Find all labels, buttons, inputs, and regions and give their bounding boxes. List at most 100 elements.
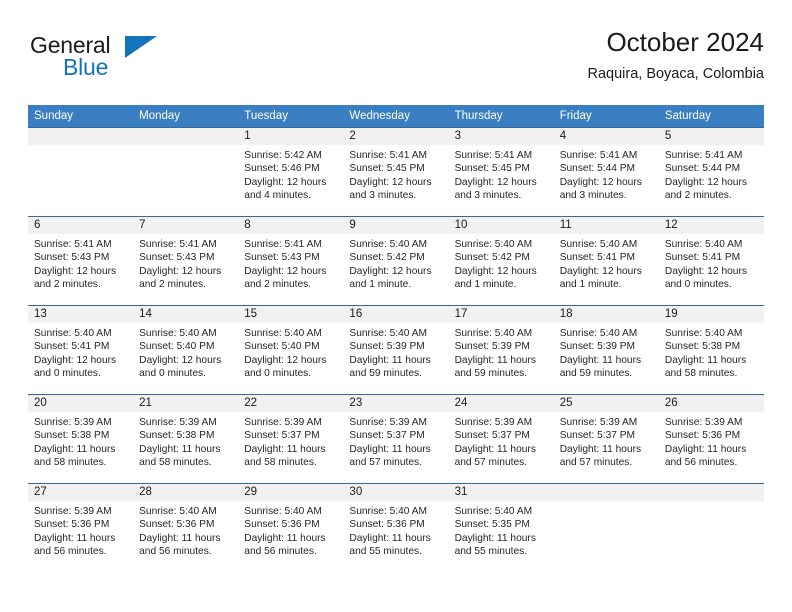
sunset-text: Sunset: 5:39 PM bbox=[349, 341, 425, 353]
daylight-text-line2: and 59 minutes. bbox=[349, 368, 422, 380]
daylight-text-line1: Daylight: 11 hours bbox=[349, 443, 431, 455]
calendar-day-cell[interactable]: 16 Sunrise: 5:40 AM Sunset: 5:39 PM Dayligh… bbox=[343, 305, 449, 395]
day-details: Sunrise: 5:40 AM Sunset: 5:40 PM Daylight:… bbox=[133, 323, 238, 381]
daylight-text-line2: and 59 minutes. bbox=[559, 368, 633, 380]
day-details: Sunrise: 5:40 AM Sunset: 5:36 PM Daylight:… bbox=[133, 501, 238, 559]
sunrise-text: Sunrise: 5:40 AM bbox=[349, 328, 428, 339]
calendar-page: General Blue October 2024 Raquira, Boyac… bbox=[0, 0, 792, 612]
calendar-day-cell[interactable]: 14 Sunrise: 5:40 AM Sunset: 5:40 PM Dayligh… bbox=[133, 305, 239, 395]
calendar-day-cell[interactable]: 19 Sunrise: 5:40 AM Sunset: 5:38 PM Dayligh… bbox=[658, 305, 764, 395]
daylight-text-line1: Daylight: 11 hours bbox=[559, 443, 642, 455]
calendar-day-cell[interactable]: 8 Sunrise: 5:41 AM Sunset: 5:43 PM Daylight… bbox=[238, 216, 344, 306]
calendar-week-row: 20 Sunrise: 5:39 AM Sunset: 5:38 PM Dayligh… bbox=[28, 394, 764, 484]
calendar-day-cell-empty bbox=[133, 127, 239, 217]
daylight-text-line1: Daylight: 11 hours bbox=[559, 354, 642, 366]
calendar-day-cell[interactable]: 12 Sunrise: 5:40 AM Sunset: 5:41 PM Dayligh… bbox=[658, 216, 764, 306]
daylight-text-line1: Daylight: 11 hours bbox=[454, 354, 536, 366]
calendar-day-cell[interactable]: 6 Sunrise: 5:41 AM Sunset: 5:43 PM Daylight… bbox=[28, 216, 134, 306]
daylight-text-line2: and 1 minute. bbox=[349, 279, 412, 291]
calendar-day-cell[interactable]: 9 Sunrise: 5:40 AM Sunset: 5:42 PM Daylight… bbox=[343, 216, 449, 306]
day-details: Sunrise: 5:40 AM Sunset: 5:39 PM Daylight:… bbox=[343, 323, 448, 381]
sunset-text: Sunset: 5:41 PM bbox=[664, 252, 741, 264]
sunset-text: Sunset: 5:41 PM bbox=[559, 252, 636, 264]
sunrise-text: Sunrise: 5:40 AM bbox=[139, 506, 217, 517]
calendar-day-cell[interactable]: 24 Sunrise: 5:39 AM Sunset: 5:37 PM Dayligh… bbox=[448, 394, 554, 484]
daylight-text-line2: and 2 minutes. bbox=[34, 279, 101, 291]
day-number: 22 bbox=[238, 395, 344, 412]
title-block: October 2024 Raquira, Boyaca, Colombia bbox=[587, 28, 764, 82]
calendar-day-cell[interactable]: 23 Sunrise: 5:39 AM Sunset: 5:37 PM Dayligh… bbox=[343, 394, 449, 484]
daylight-text-line1: Daylight: 12 hours bbox=[244, 265, 327, 277]
sunrise-text: Sunrise: 5:39 AM bbox=[139, 417, 217, 428]
calendar-day-cell[interactable]: 11 Sunrise: 5:40 AM Sunset: 5:41 PM Dayligh… bbox=[553, 216, 659, 306]
calendar-day-cell[interactable]: 31 Sunrise: 5:40 AM Sunset: 5:35 PM Dayligh… bbox=[448, 483, 554, 572]
sunset-text: Sunset: 5:40 PM bbox=[139, 341, 215, 353]
calendar-day-cell[interactable]: 18 Sunrise: 5:40 AM Sunset: 5:39 PM Dayligh… bbox=[553, 305, 659, 395]
day-number: 15 bbox=[238, 306, 344, 323]
sunrise-text: Sunrise: 5:40 AM bbox=[349, 239, 428, 250]
calendar-day-cell[interactable]: 28 Sunrise: 5:40 AM Sunset: 5:36 PM Dayligh… bbox=[133, 483, 239, 572]
daylight-text-line2: and 4 minutes. bbox=[244, 190, 312, 202]
sunrise-text: Sunrise: 5:41 AM bbox=[139, 239, 217, 250]
sunrise-text: Sunrise: 5:40 AM bbox=[244, 506, 322, 517]
daylight-text-line2: and 0 minutes. bbox=[244, 368, 312, 380]
calendar-day-cell[interactable]: 30 Sunrise: 5:40 AM Sunset: 5:36 PM Dayligh… bbox=[343, 483, 449, 572]
daylight-text-line1: Daylight: 12 hours bbox=[34, 265, 117, 277]
sunrise-text: Sunrise: 5:40 AM bbox=[664, 328, 743, 339]
day-details: Sunrise: 5:39 AM Sunset: 5:37 PM Daylight:… bbox=[343, 412, 448, 470]
day-number bbox=[133, 128, 239, 145]
sunrise-text: Sunrise: 5:41 AM bbox=[559, 150, 638, 161]
sunset-text: Sunset: 5:41 PM bbox=[34, 341, 110, 353]
calendar-day-cell[interactable]: 21 Sunrise: 5:39 AM Sunset: 5:38 PM Dayligh… bbox=[133, 394, 239, 484]
sunset-text: Sunset: 5:38 PM bbox=[139, 430, 215, 442]
day-details: Sunrise: 5:40 AM Sunset: 5:39 PM Daylight:… bbox=[449, 323, 554, 381]
calendar-day-cell[interactable]: 15 Sunrise: 5:40 AM Sunset: 5:40 PM Dayligh… bbox=[238, 305, 344, 395]
calendar-day-cell[interactable]: 4 Sunrise: 5:41 AM Sunset: 5:44 PM Daylight… bbox=[553, 127, 659, 217]
day-details: Sunrise: 5:41 AM Sunset: 5:45 PM Daylight:… bbox=[343, 145, 448, 203]
sunrise-text: Sunrise: 5:41 AM bbox=[454, 150, 533, 161]
day-number: 17 bbox=[448, 306, 554, 323]
calendar-day-cell[interactable]: 29 Sunrise: 5:40 AM Sunset: 5:36 PM Dayligh… bbox=[238, 483, 344, 572]
sunset-text: Sunset: 5:44 PM bbox=[664, 163, 741, 175]
daylight-text-line1: Daylight: 11 hours bbox=[34, 443, 116, 455]
sunrise-text: Sunrise: 5:39 AM bbox=[559, 417, 638, 428]
daylight-text-line2: and 2 minutes. bbox=[664, 190, 732, 202]
calendar-day-cell[interactable]: 25 Sunrise: 5:39 AM Sunset: 5:37 PM Dayligh… bbox=[553, 394, 659, 484]
day-number: 7 bbox=[133, 217, 239, 234]
calendar-day-cell[interactable]: 17 Sunrise: 5:40 AM Sunset: 5:39 PM Dayligh… bbox=[448, 305, 554, 395]
day-number: 25 bbox=[553, 395, 659, 412]
day-number: 12 bbox=[658, 217, 764, 234]
day-number: 29 bbox=[238, 484, 344, 501]
brand-logo[interactable]: General Blue bbox=[30, 34, 170, 92]
day-details: Sunrise: 5:40 AM Sunset: 5:41 PM Daylight:… bbox=[659, 234, 764, 292]
day-details: Sunrise: 5:39 AM Sunset: 5:37 PM Daylight:… bbox=[449, 412, 554, 470]
sunrise-text: Sunrise: 5:40 AM bbox=[244, 328, 322, 339]
calendar-day-cell-empty bbox=[28, 127, 134, 217]
calendar-day-cell[interactable]: 7 Sunrise: 5:41 AM Sunset: 5:43 PM Daylight… bbox=[133, 216, 239, 306]
day-details: Sunrise: 5:40 AM Sunset: 5:36 PM Daylight:… bbox=[238, 501, 343, 559]
calendar-day-cell[interactable]: 10 Sunrise: 5:40 AM Sunset: 5:42 PM Dayligh… bbox=[448, 216, 554, 306]
calendar-day-cell[interactable]: 22 Sunrise: 5:39 AM Sunset: 5:37 PM Dayligh… bbox=[238, 394, 344, 484]
day-details: Sunrise: 5:39 AM Sunset: 5:38 PM Daylight:… bbox=[133, 412, 238, 470]
day-number: 13 bbox=[28, 306, 134, 323]
sunset-text: Sunset: 5:37 PM bbox=[244, 430, 320, 442]
daylight-text-line1: Daylight: 12 hours bbox=[454, 265, 537, 277]
daylight-text-line2: and 56 minutes. bbox=[34, 546, 107, 558]
calendar-day-cell[interactable]: 13 Sunrise: 5:40 AM Sunset: 5:41 PM Dayligh… bbox=[28, 305, 134, 395]
calendar-grid: Sunday Monday Tuesday Wednesday Thursday… bbox=[28, 105, 764, 572]
sunset-text: Sunset: 5:36 PM bbox=[34, 519, 110, 531]
calendar-day-cell[interactable]: 27 Sunrise: 5:39 AM Sunset: 5:36 PM Dayligh… bbox=[28, 483, 134, 572]
calendar-day-cell[interactable]: 26 Sunrise: 5:39 AM Sunset: 5:36 PM Dayligh… bbox=[658, 394, 764, 484]
day-details: Sunrise: 5:40 AM Sunset: 5:42 PM Daylight:… bbox=[449, 234, 554, 292]
sunrise-text: Sunrise: 5:40 AM bbox=[454, 239, 533, 250]
weekday-header-row: Sunday Monday Tuesday Wednesday Thursday… bbox=[28, 105, 764, 128]
calendar-day-cell[interactable]: 5 Sunrise: 5:41 AM Sunset: 5:44 PM Daylight… bbox=[658, 127, 764, 217]
sunset-text: Sunset: 5:37 PM bbox=[454, 430, 530, 442]
calendar-day-cell[interactable]: 3 Sunrise: 5:41 AM Sunset: 5:45 PM Daylight… bbox=[448, 127, 554, 217]
daylight-text-line2: and 1 minute. bbox=[559, 279, 622, 291]
calendar-day-cell[interactable]: 1 Sunrise: 5:42 AM Sunset: 5:46 PM Daylight… bbox=[238, 127, 344, 217]
calendar-day-cell[interactable]: 20 Sunrise: 5:39 AM Sunset: 5:38 PM Dayligh… bbox=[28, 394, 134, 484]
daylight-text-line1: Daylight: 12 hours bbox=[454, 176, 537, 188]
calendar-day-cell[interactable]: 2 Sunrise: 5:41 AM Sunset: 5:45 PM Daylight… bbox=[343, 127, 449, 217]
daylight-text-line1: Daylight: 11 hours bbox=[454, 443, 536, 455]
